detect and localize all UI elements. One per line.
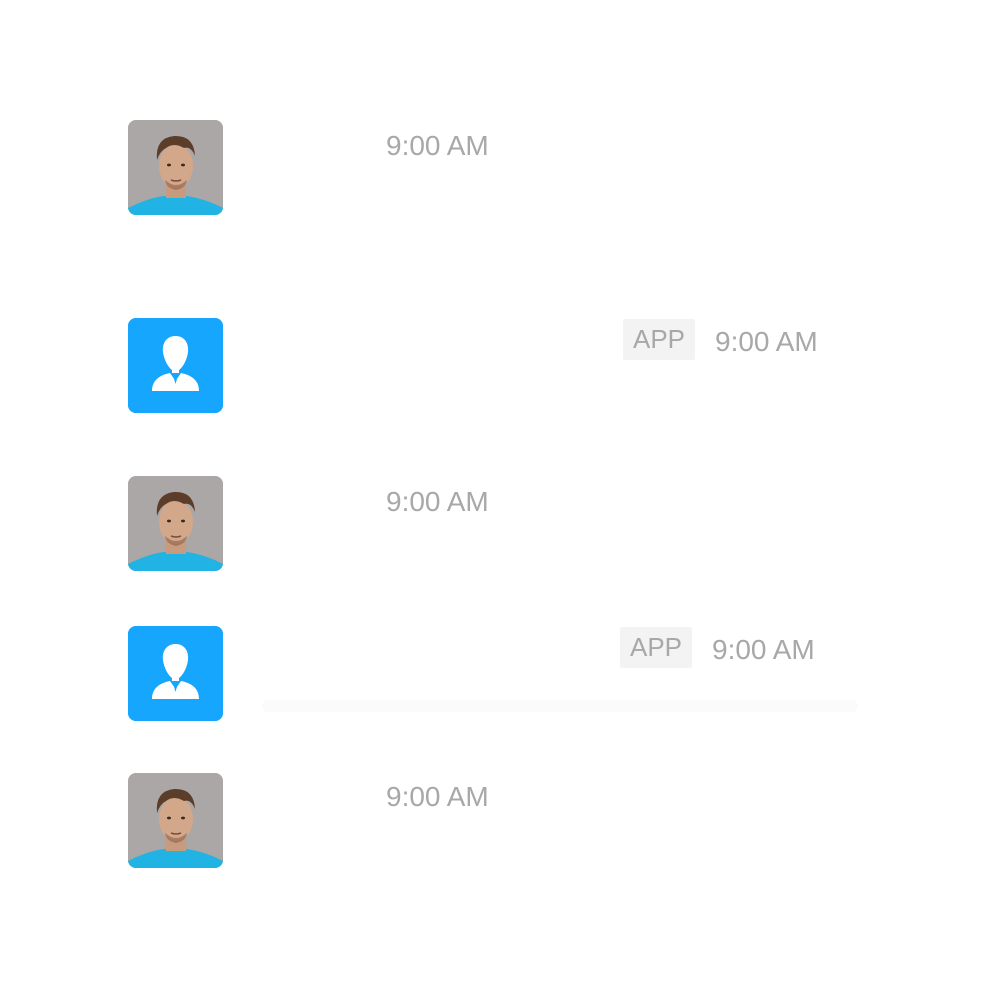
message-row: 9:00 AM: [0, 476, 1006, 572]
person-icon: [128, 318, 223, 413]
user-photo-icon: [128, 773, 223, 868]
message-row: 9:00 AM: [0, 120, 1006, 216]
user-avatar[interactable]: [128, 120, 223, 215]
user-avatar[interactable]: [128, 476, 223, 571]
user-photo-icon: [128, 476, 223, 571]
app-badge: APP: [623, 319, 696, 360]
message-time: 9:00 AM: [715, 326, 818, 357]
person-icon: [128, 626, 223, 721]
app-avatar[interactable]: [128, 626, 223, 721]
message-time: 9:00 AM: [712, 634, 815, 665]
app-avatar[interactable]: [128, 318, 223, 413]
message-time: 9:00 AM: [386, 781, 489, 812]
message-text-placeholder: [262, 700, 858, 712]
app-badge: APP: [620, 627, 693, 668]
message-row: APP 9:00 AM: [0, 318, 1006, 414]
user-avatar[interactable]: [128, 773, 223, 868]
user-photo-icon: [128, 120, 223, 215]
message-time: 9:00 AM: [386, 486, 489, 517]
message-time: 9:00 AM: [386, 130, 489, 161]
message-row: 9:00 AM: [0, 773, 1006, 869]
